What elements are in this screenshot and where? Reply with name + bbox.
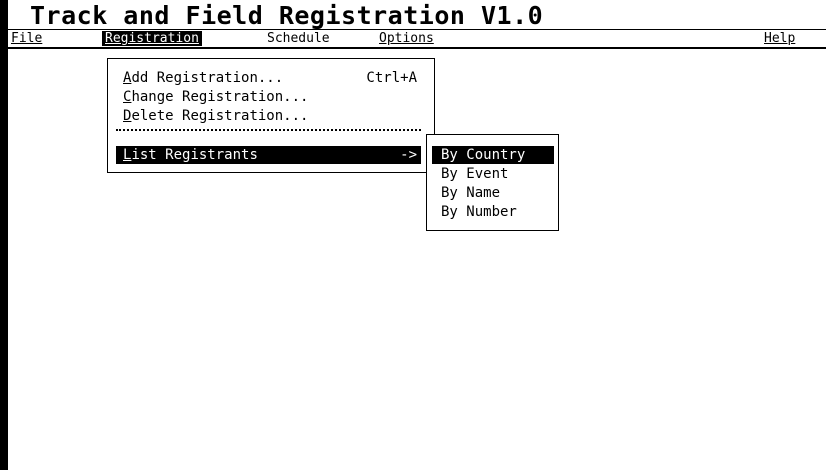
add-registration-rest: dd Registration... — [131, 70, 284, 86]
by-event-item[interactable]: By Event — [432, 165, 554, 183]
by-number-item[interactable]: By Number — [432, 203, 554, 221]
app-title: Track and Field Registration V1.0 — [30, 1, 544, 30]
delete-registration-item[interactable]: Delete Registration... — [116, 107, 421, 125]
add-registration-item[interactable]: Add Registration... Ctrl+A — [116, 69, 421, 87]
change-registration-rest: hange Registration... — [131, 89, 309, 105]
change-registration-item[interactable]: Change Registration... — [116, 88, 421, 106]
list-registrants-item[interactable]: List Registrants -> — [116, 146, 421, 164]
menu-help[interactable]: Help — [761, 31, 798, 46]
add-registration-label: Add Registration... — [123, 69, 283, 87]
list-registrants-submenu: By Country By Event By Name By Number — [426, 134, 559, 231]
delete-registration-label: Delete Registration... — [123, 107, 308, 125]
list-registrants-rest: ist Registrants — [131, 147, 258, 163]
menu-schedule[interactable]: Schedule — [264, 31, 333, 46]
list-registrants-label: List Registrants — [123, 146, 258, 164]
by-name-item[interactable]: By Name — [432, 184, 554, 202]
menu-registration[interactable]: Registration — [102, 31, 202, 46]
application-window: Track and Field Registration V1.0 File R… — [0, 0, 826, 470]
registration-dropdown: Add Registration... Ctrl+A Change Regist… — [107, 58, 435, 173]
delete-registration-rest: elete Registration... — [131, 108, 309, 124]
menu-options[interactable]: Options — [376, 31, 437, 46]
submenu-arrow: -> — [400, 147, 417, 163]
change-registration-label: Change Registration... — [123, 88, 308, 106]
menu-bar: File Registration Schedule Options Help — [8, 30, 826, 49]
add-registration-shortcut: Ctrl+A — [366, 70, 417, 86]
menu-file[interactable]: File — [8, 31, 45, 46]
by-country-item[interactable]: By Country — [432, 146, 554, 164]
window-left-border — [0, 0, 8, 470]
menu-separator — [116, 129, 421, 133]
